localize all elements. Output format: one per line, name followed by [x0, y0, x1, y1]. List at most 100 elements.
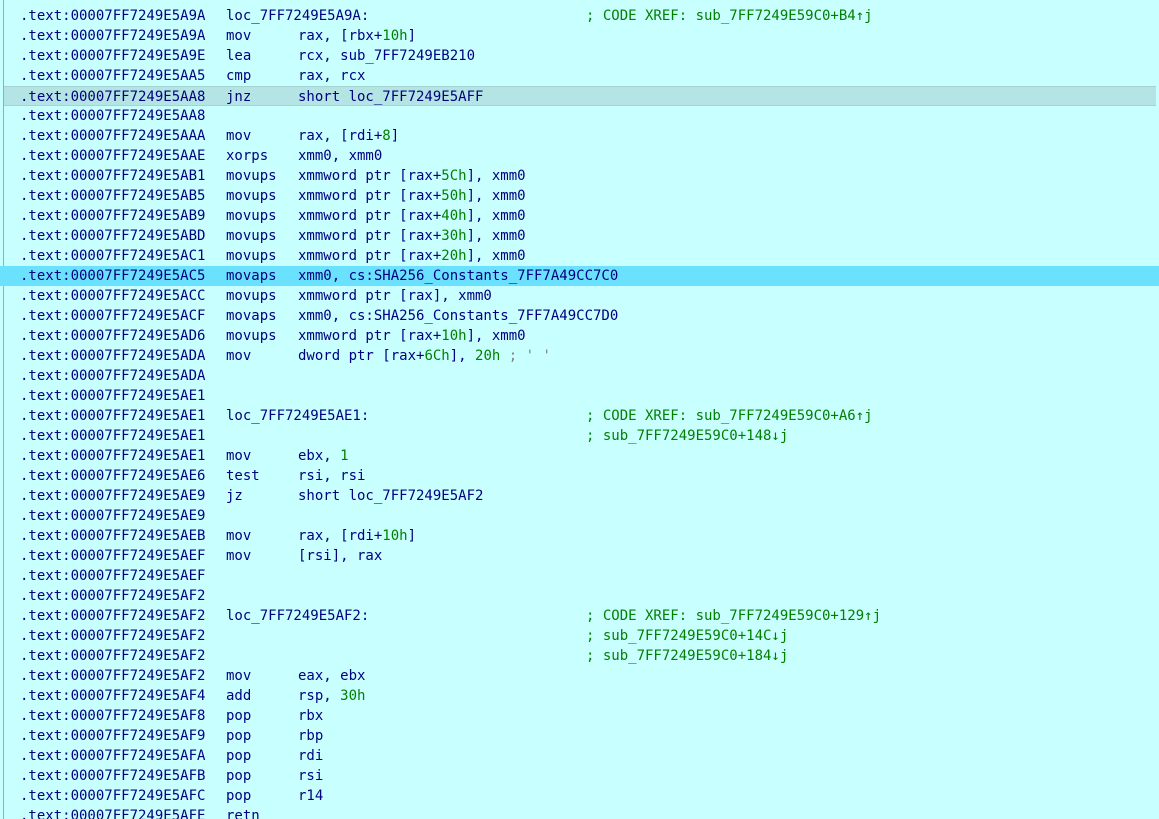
disasm-line[interactable]: .text:00007FF7249E5A9A loc_7FF7249E5A9A:;…	[0, 6, 1159, 26]
disasm-line[interactable]: .text:00007FF7249E5AF2 ; sub_7FF7249E59C0…	[0, 646, 1159, 666]
disasm-line[interactable]: .text:00007FF7249E5AE1 ; sub_7FF7249E59C0…	[0, 426, 1159, 446]
disasm-line[interactable]: .text:00007FF7249E5ADA	[0, 366, 1159, 386]
disasm-line[interactable]: .text:00007FF7249E5AFC pop r14	[0, 786, 1159, 806]
disassembly-listing: .text:00007FF7249E5A9A loc_7FF7249E5A9A:;…	[0, 6, 1159, 819]
immediate-value: 10h	[382, 528, 408, 544]
disasm-line[interactable]: .text:00007FF7249E5AE1	[0, 386, 1159, 406]
operands[interactable]: xmmword ptr [rax+40h], xmm0	[298, 206, 526, 226]
operands[interactable]: rsp, 30h	[298, 686, 365, 706]
address: .text:00007FF7249E5AF4	[20, 688, 206, 704]
address: .text:00007FF7249E5AEB	[20, 528, 206, 544]
operand-text: xmmword ptr [rax+	[298, 248, 442, 264]
mnemonic: mov	[226, 528, 252, 544]
xref-comment[interactable]: ; CODE XREF: sub_7FF7249E59C0+129↑j	[586, 606, 881, 626]
disasm-line[interactable]: .text:00007FF7249E5AE1 loc_7FF7249E5AE1:;…	[0, 406, 1159, 426]
operands[interactable]: xmm0, cs:SHA256_Constants_7FF7A49CC7C0	[298, 266, 618, 286]
disasm-line[interactable]: .text:00007FF7249E5AEF mov [rsi], rax	[0, 546, 1159, 566]
operands[interactable]: xmmword ptr [rax+5Ch], xmm0	[298, 166, 526, 186]
operand-text: rax, [rdi+	[298, 128, 383, 144]
disasm-line[interactable]: .text:00007FF7249E5AF4 add rsp, 30h	[0, 686, 1159, 706]
xref-comment[interactable]: ; sub_7FF7249E59C0+184↓j	[586, 646, 788, 666]
disasm-line[interactable]: .text:00007FF7249E5AE6 test rsi, rsi	[0, 466, 1159, 486]
operands[interactable]: rsi	[298, 766, 323, 786]
disasm-line[interactable]: .text:00007FF7249E5ACC movups xmmword ptr …	[0, 286, 1159, 306]
disasm-line[interactable]: .text:00007FF7249E5AAA mov rax, [rdi+8]	[0, 126, 1159, 146]
disasm-line[interactable]: .text:00007FF7249E5AE9	[0, 506, 1159, 526]
disasm-line[interactable]: .text:00007FF7249E5AEF	[0, 566, 1159, 586]
operands[interactable]: xmm0, xmm0	[298, 146, 382, 166]
disasm-line[interactable]: .text:00007FF7249E5AA5 cmp rax, rcx	[0, 66, 1159, 86]
disasm-line[interactable]: .text:00007FF7249E5AB1 movups xmmword ptr …	[0, 166, 1159, 186]
operand-text: r14	[298, 788, 324, 804]
disasm-line[interactable]: .text:00007FF7249E5AA8 jnz short loc_7FF72…	[4, 86, 1156, 106]
address: .text:00007FF7249E5AEF	[20, 548, 206, 564]
operands[interactable]: dword ptr [rax+6Ch], 20h ; ' '	[298, 346, 551, 366]
operands[interactable]: rbx	[298, 706, 323, 726]
disasm-line[interactable]: .text:00007FF7249E5AFB pop rsi	[0, 766, 1159, 786]
disasm-line[interactable]: .text:00007FF7249E5AF9 pop rbp	[0, 726, 1159, 746]
operand-text: xmmword ptr [rax+	[298, 328, 442, 344]
mnemonic: lea	[226, 48, 252, 64]
disasm-line[interactable]: .text:00007FF7249E5AFA pop rdi	[0, 746, 1159, 766]
operands[interactable]: xmmword ptr [rax+10h], xmm0	[298, 326, 526, 346]
operand-text: ], xmm0	[466, 328, 526, 344]
mnemonic: pop	[226, 768, 252, 784]
operand-text: ]	[407, 28, 417, 44]
mnemonic: movaps	[226, 268, 277, 284]
disasm-line[interactable]: .text:00007FF7249E5AE1 mov ebx, 1	[0, 446, 1159, 466]
xref-comment[interactable]: ; CODE XREF: sub_7FF7249E59C0+B4↑j	[586, 6, 873, 26]
operands[interactable]: r14	[298, 786, 323, 806]
disasm-line[interactable]: .text:00007FF7249E5AB5 movups xmmword ptr …	[0, 186, 1159, 206]
operands[interactable]: rbp	[298, 726, 323, 746]
operands[interactable]: [rsi], rax	[298, 546, 382, 566]
immediate-value: 30h	[340, 688, 366, 704]
code-label[interactable]: loc_7FF7249E5AF2:	[226, 606, 369, 626]
disasm-line[interactable]: .text:00007FF7249E5AF2 ; sub_7FF7249E59C0…	[0, 626, 1159, 646]
operands[interactable]: short loc_7FF7249E5AF2	[298, 486, 483, 506]
operands[interactable]: rax, [rdi+8]	[298, 126, 399, 146]
operands[interactable]: short loc_7FF7249E5AFF	[298, 87, 483, 107]
operands[interactable]: rsi, rsi	[298, 466, 365, 486]
disasm-line[interactable]: .text:00007FF7249E5A9E lea rcx, sub_7FF724…	[0, 46, 1159, 66]
operands[interactable]: ebx, 1	[298, 446, 349, 466]
operands[interactable]: xmmword ptr [rax], xmm0	[298, 286, 492, 306]
xref-comment[interactable]: ; sub_7FF7249E59C0+14C↓j	[586, 626, 788, 646]
disasm-line[interactable]: .text:00007FF7249E5ACF movaps xmm0, cs:SHA…	[0, 306, 1159, 326]
operands[interactable]: xmmword ptr [rax+50h], xmm0	[298, 186, 526, 206]
operands[interactable]: rcx, sub_7FF7249EB210	[298, 46, 475, 66]
operands[interactable]: rax, rcx	[298, 66, 365, 86]
xref-comment[interactable]: ; sub_7FF7249E59C0+148↓j	[586, 426, 788, 446]
operands[interactable]: rax, [rbx+10h]	[298, 26, 416, 46]
disasm-line[interactable]: .text:00007FF7249E5AA8	[0, 106, 1159, 126]
disasm-line[interactable]: .text:00007FF7249E5AF2 loc_7FF7249E5AF2:;…	[0, 606, 1159, 626]
operand-text: dword ptr [rax+	[298, 348, 425, 364]
operands[interactable]: xmm0, cs:SHA256_Constants_7FF7A49CC7D0	[298, 306, 618, 326]
disassembly-view[interactable]: .text:00007FF7249E5A9A loc_7FF7249E5A9A:;…	[0, 0, 1159, 819]
operands[interactable]: xmmword ptr [rax+30h], xmm0	[298, 226, 526, 246]
code-label[interactable]: loc_7FF7249E5AE1:	[226, 406, 369, 426]
disasm-line[interactable]: .text:00007FF7249E5AF2	[0, 586, 1159, 606]
disasm-line[interactable]: .text:00007FF7249E5AEB mov rax, [rdi+10h]	[0, 526, 1159, 546]
operands[interactable]: xmmword ptr [rax+20h], xmm0	[298, 246, 526, 266]
xref-comment[interactable]: ; CODE XREF: sub_7FF7249E59C0+A6↑j	[586, 406, 873, 426]
disasm-line[interactable]: .text:00007FF7249E5AFE retn	[0, 806, 1159, 819]
disasm-line[interactable]: .text:00007FF7249E5AF8 pop rbx	[0, 706, 1159, 726]
disasm-line[interactable]: .text:00007FF7249E5AC1 movups xmmword ptr …	[0, 246, 1159, 266]
operands[interactable]: eax, ebx	[298, 666, 365, 686]
disasm-line[interactable]: .text:00007FF7249E5AC5 movaps xmm0, cs:SHA…	[0, 266, 1159, 286]
disasm-line[interactable]: .text:00007FF7249E5A9A mov rax, [rbx+10h]	[0, 26, 1159, 46]
operand-text: rax, [rbx+	[298, 28, 383, 44]
disasm-line[interactable]: .text:00007FF7249E5ABD movups xmmword ptr …	[0, 226, 1159, 246]
operands[interactable]: rax, [rdi+10h]	[298, 526, 416, 546]
disasm-line[interactable]: .text:00007FF7249E5ADA mov dword ptr [rax+…	[0, 346, 1159, 366]
disasm-line[interactable]: .text:00007FF7249E5AAE xorps xmm0, xmm0	[0, 146, 1159, 166]
disasm-line[interactable]: .text:00007FF7249E5AE9 jz short loc_7FF724…	[0, 486, 1159, 506]
disasm-line[interactable]: .text:00007FF7249E5AD6 movups xmmword ptr …	[0, 326, 1159, 346]
code-label[interactable]: loc_7FF7249E5A9A:	[226, 6, 369, 26]
operands[interactable]: rdi	[298, 746, 323, 766]
address: .text:00007FF7249E5A9A	[20, 8, 206, 24]
disasm-line[interactable]: .text:00007FF7249E5AB9 movups xmmword ptr …	[0, 206, 1159, 226]
address: .text:00007FF7249E5AA5	[20, 68, 206, 84]
disasm-line[interactable]: .text:00007FF7249E5AF2 mov eax, ebx	[0, 666, 1159, 686]
immediate-value: 10h	[441, 328, 467, 344]
